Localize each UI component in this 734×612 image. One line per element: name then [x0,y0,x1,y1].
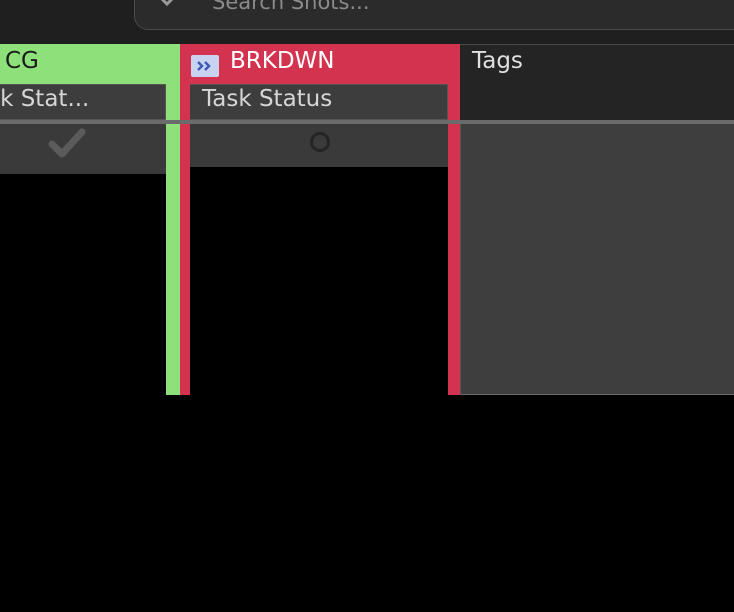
tags-cell[interactable] [460,124,734,395]
column-subheader-label-cg: ask Stat... [0,86,90,112]
column-title-cg: CG [5,48,39,74]
chevron-down-icon[interactable] [156,0,178,8]
header-divider [0,120,734,124]
search-placeholder: Search Shots... [212,0,370,14]
column-stripe-cg [166,84,180,395]
column-stripe-brkdwn-left [180,84,190,395]
status-circle-icon [310,132,330,152]
column-stripe-brkdwn-right [448,84,460,395]
column-title-tags: Tags [472,48,523,74]
column-title-brkdwn: BRKDWN [230,48,335,74]
checkmark-icon [48,128,86,158]
column-subheader-label-brkdwn: Task Status [202,86,333,112]
double-chevron-right-icon[interactable] [191,55,219,77]
